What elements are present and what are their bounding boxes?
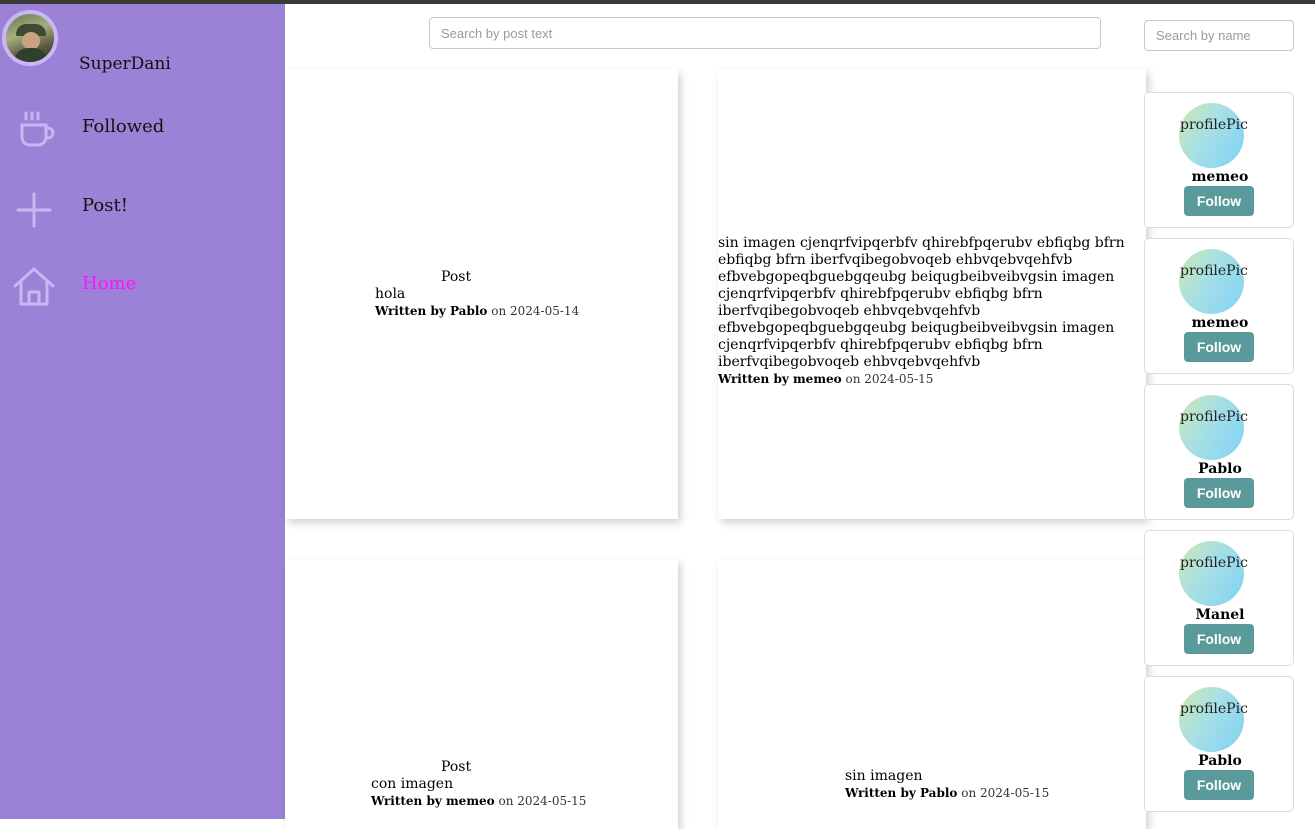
post-content: sin imagen Written by Pablo on 2024-05-1…	[845, 768, 1125, 802]
post-meta: Written by Pablo on 2024-05-14	[375, 303, 625, 320]
post-image: Post	[441, 759, 472, 775]
sidebar-item-followed[interactable]: Followed	[0, 103, 285, 153]
user-name: memeo	[1191, 315, 1249, 331]
user-name: Pablo	[1198, 753, 1242, 769]
post-author: Written by Pablo	[375, 304, 488, 318]
username: SuperDani	[79, 54, 171, 74]
sidebar: SuperDani Followed Post! Home	[0, 4, 285, 819]
coffee-cup-icon	[20, 111, 55, 147]
post-card[interactable]: sin imagen Written by Pablo on 2024-05-1…	[718, 559, 1146, 829]
sidebar-item-label: Home	[82, 273, 137, 294]
sidebar-item-post[interactable]: Post!	[0, 182, 285, 232]
user-card: profilePic memeo Follow	[1144, 92, 1294, 228]
follow-button[interactable]: Follow	[1184, 478, 1254, 508]
avatar[interactable]	[2, 10, 58, 66]
post-content: Post con imagen Written by memeo on 2024…	[371, 759, 631, 810]
profile-pic-alt: profilePic	[1180, 555, 1248, 571]
post-meta: Written by Pablo on 2024-05-15	[845, 785, 1125, 802]
search-name-input[interactable]	[1144, 20, 1294, 51]
follow-button[interactable]: Follow	[1184, 332, 1254, 362]
user-card: profilePic memeo Follow	[1144, 238, 1294, 374]
profile-pic-alt: profilePic	[1180, 701, 1248, 717]
post-author: Written by memeo	[718, 372, 842, 386]
avatar-body	[14, 48, 48, 62]
post-text: sin imagen cjenqrfvipqerbfv qhirebfpqeru…	[718, 235, 1125, 370]
post-card[interactable]: sin imagen cjenqrfvipqerbfv qhirebfpqeru…	[718, 69, 1146, 519]
plus-icon	[16, 192, 52, 228]
profile-pic-alt: profilePic	[1180, 263, 1248, 279]
post-author: Written by memeo	[371, 794, 495, 808]
post-image: Post	[441, 269, 472, 285]
sidebar-item-label: Post!	[82, 195, 128, 216]
post-card[interactable]: Post con imagen Written by memeo on 2024…	[285, 559, 678, 829]
post-meta: Written by memeo on 2024-05-15	[718, 371, 1146, 388]
follow-button[interactable]: Follow	[1184, 624, 1254, 654]
follow-button[interactable]: Follow	[1184, 770, 1254, 800]
follow-button[interactable]: Follow	[1184, 186, 1254, 216]
profile-pic: profilePic	[1179, 103, 1248, 168]
post-content: sin imagen cjenqrfvipqerbfv qhirebfpqeru…	[718, 235, 1146, 388]
profile-pic: profilePic	[1179, 541, 1248, 606]
post-content: Post hola Written by Pablo on 2024-05-14	[375, 269, 625, 320]
profile-pic-alt: profilePic	[1180, 409, 1248, 425]
home-icon	[13, 267, 55, 306]
user-card: profilePic Pablo Follow	[1144, 384, 1294, 520]
user-name: memeo	[1191, 169, 1249, 185]
post-text: hola	[375, 286, 406, 302]
post-date: on 2024-05-15	[845, 372, 934, 386]
profile-pic: profilePic	[1179, 395, 1248, 460]
sidebar-item-home[interactable]: Home	[0, 260, 285, 310]
profile-pic-alt: profilePic	[1180, 117, 1248, 133]
post-meta: Written by memeo on 2024-05-15	[371, 793, 631, 810]
post-date: on 2024-05-14	[491, 304, 580, 318]
user-card: profilePic Manel Follow	[1144, 530, 1294, 666]
sidebar-item-label: Followed	[82, 116, 165, 137]
post-author: Written by Pablo	[845, 786, 958, 800]
profile-pic: profilePic	[1179, 687, 1248, 752]
search-post-input[interactable]	[429, 17, 1101, 49]
profile-pic: profilePic	[1179, 249, 1248, 314]
user-name: Manel	[1195, 607, 1245, 623]
post-date: on 2024-05-15	[961, 786, 1050, 800]
post-card[interactable]: Post hola Written by Pablo on 2024-05-14	[285, 69, 678, 519]
user-name: Pablo	[1198, 461, 1242, 477]
post-date: on 2024-05-15	[498, 794, 587, 808]
post-text: con imagen	[371, 776, 454, 792]
user-card: profilePic Pablo Follow	[1144, 676, 1294, 812]
post-text: sin imagen	[845, 768, 923, 784]
